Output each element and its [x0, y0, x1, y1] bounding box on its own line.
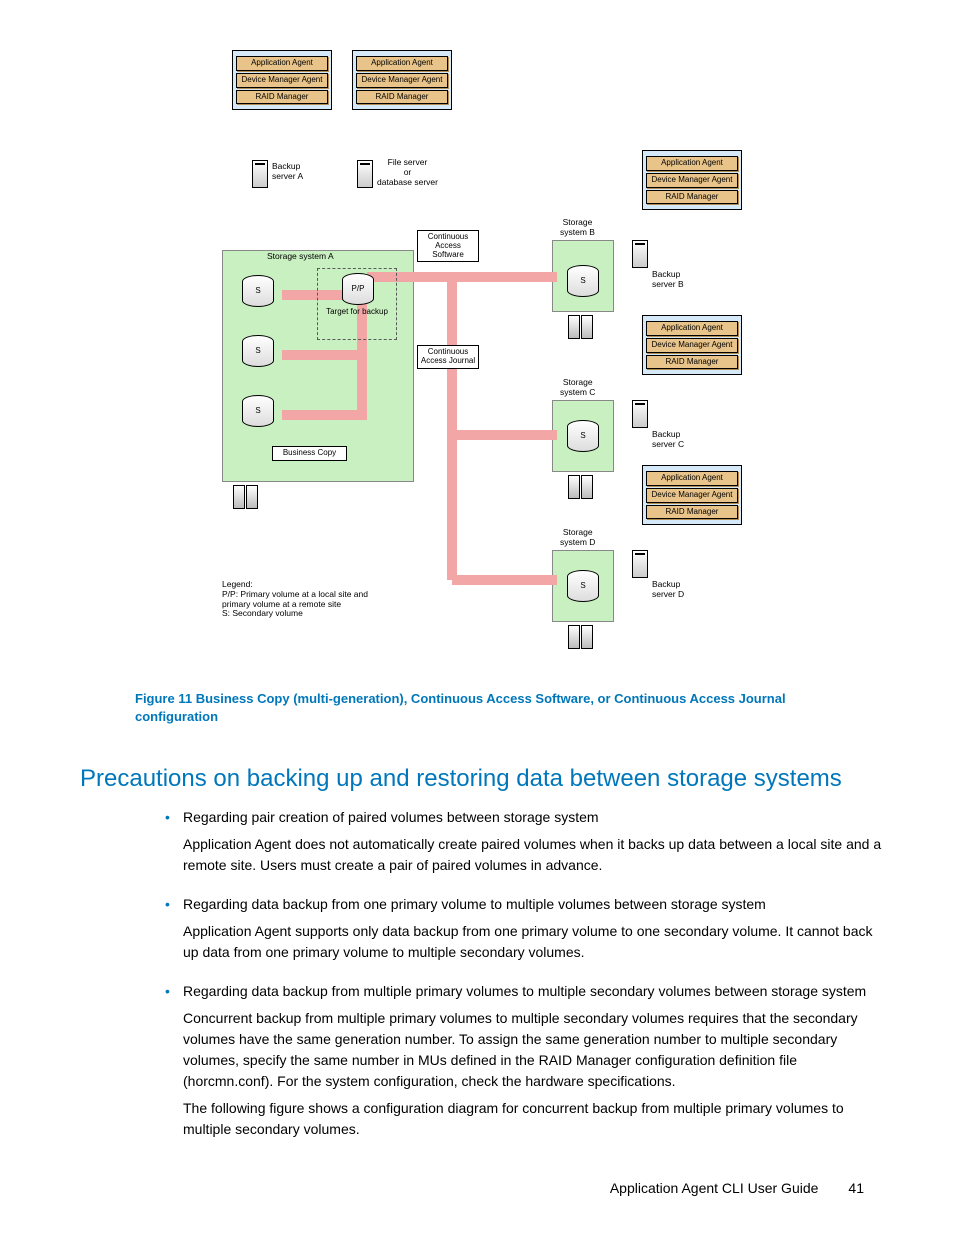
- section-heading: Precautions on backing up and restoring …: [80, 765, 884, 793]
- pill-raid-mgr: RAID Manager: [236, 90, 328, 105]
- stack-backup-a: Application Agent Device Manager Agent R…: [232, 50, 332, 110]
- list-item: Regarding pair creation of paired volume…: [165, 807, 884, 876]
- pill-app-agent: Application Agent: [236, 56, 328, 71]
- figure-caption: Figure 11 Business Copy (multi-generatio…: [135, 690, 829, 725]
- bullet-body: Application Agent supports only data bac…: [183, 921, 884, 963]
- label-storage-a: Storage system A: [267, 252, 334, 262]
- stack-file-server: Application Agent Device Manager Agent R…: [352, 50, 452, 110]
- stack-backup-b: Application Agent Device Manager Agent R…: [642, 150, 742, 210]
- server-icon: [357, 160, 373, 188]
- architecture-diagram: Application Agent Device Manager Agent R…: [222, 50, 742, 660]
- pill-dev-mgr: Device Manager Agent: [236, 73, 328, 88]
- bullet-title: Regarding data backup from one primary v…: [183, 896, 766, 912]
- label-cont-access-sw: Continuous Access Software: [417, 230, 479, 262]
- bullet-title: Regarding pair creation of paired volume…: [183, 809, 599, 825]
- stack-backup-d: Application Agent Device Manager Agent R…: [642, 465, 742, 525]
- label-file-server: File server or database server: [377, 158, 438, 187]
- label-business-copy: Business Copy: [272, 446, 347, 461]
- bullet-body: Concurrent backup from multiple primary …: [183, 1008, 884, 1092]
- server-icon: [252, 160, 268, 188]
- list-item: Regarding data backup from one primary v…: [165, 894, 884, 963]
- bullet-body2: The following figure shows a configurati…: [183, 1098, 884, 1140]
- footer-title: Application Agent CLI User Guide: [610, 1180, 819, 1196]
- page-footer: Application Agent CLI User Guide 41: [80, 1180, 884, 1196]
- stack-backup-c: Application Agent Device Manager Agent R…: [642, 315, 742, 375]
- bullet-body: Application Agent does not automatically…: [183, 834, 884, 876]
- bullet-title: Regarding data backup from multiple prim…: [183, 983, 866, 999]
- bullet-list: Regarding pair creation of paired volume…: [80, 807, 884, 1140]
- list-item: Regarding data backup from multiple prim…: [165, 981, 884, 1140]
- label-cont-access-jrnl: Continuous Access Journal: [417, 345, 479, 369]
- label-backup-a: Backup server A: [272, 162, 303, 182]
- footer-page: 41: [848, 1180, 864, 1196]
- legend: Legend: P/P: Primary volume at a local s…: [222, 580, 422, 619]
